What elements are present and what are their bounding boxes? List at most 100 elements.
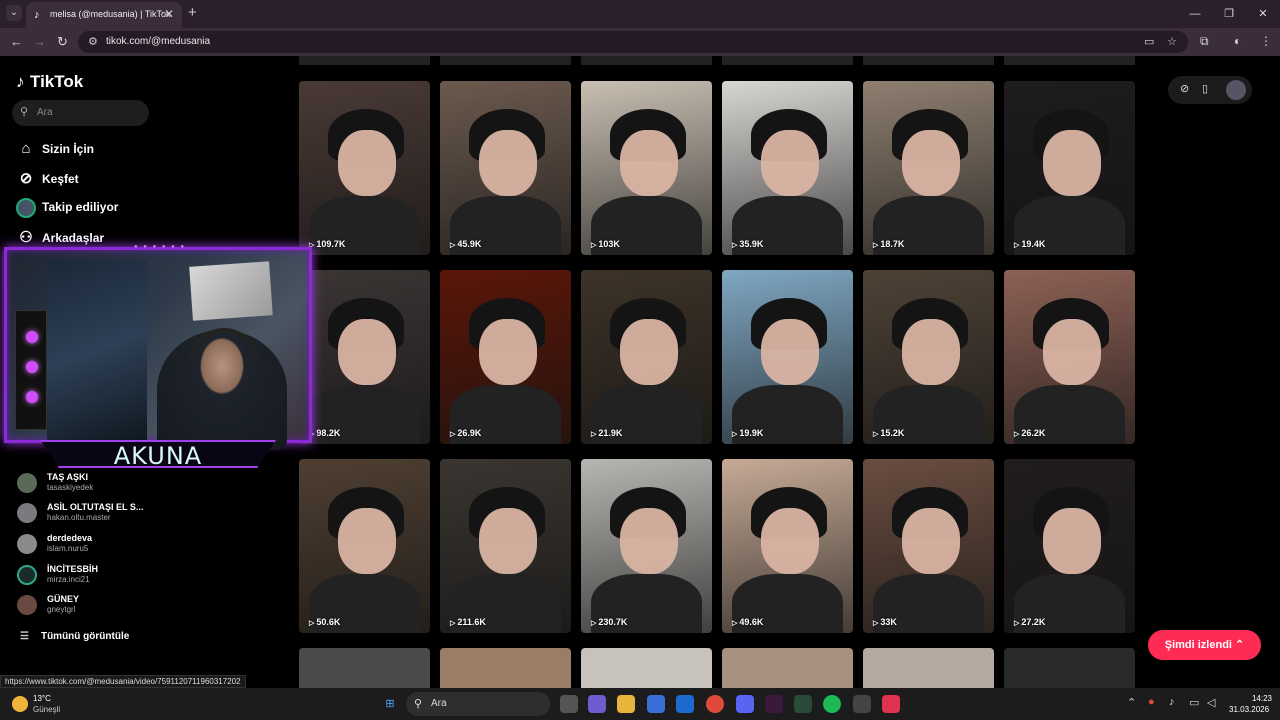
avatar (17, 595, 37, 615)
nav-explore[interactable]: ⊘ Keşfet (16, 169, 79, 187)
video-thumbnail[interactable]: ▷ 45.9K (440, 81, 571, 255)
mail-icon[interactable] (676, 695, 694, 713)
network-icon[interactable]: ▭ (1189, 696, 1199, 709)
browser-tab[interactable]: ♪ melisa (@medusania) | TikTok ✕ (26, 2, 182, 28)
video-thumbnail-partial[interactable] (299, 648, 430, 688)
forward-arrow-icon[interactable]: → (33, 34, 46, 49)
nav-label: Keşfet (42, 172, 79, 186)
volume-icon[interactable]: ◁ (1207, 696, 1215, 709)
chrome-icon[interactable] (706, 695, 724, 713)
account-handle: mirza.inci21 (47, 575, 90, 584)
profile-icon[interactable]: ◐ (1234, 34, 1241, 48)
nav-for-you[interactable]: ⌂ Sizin İçin (16, 140, 94, 158)
video-thumbnail[interactable]: ▷ 103K (581, 81, 712, 255)
streaming-app-icon[interactable] (765, 695, 783, 713)
video-thumbnail-partial[interactable] (722, 56, 853, 65)
taskbar-search[interactable]: ⚲ Ara (406, 692, 550, 716)
video-thumbnail[interactable]: ▷ 211.6K (440, 459, 571, 633)
video-thumbnail-partial[interactable] (299, 56, 430, 65)
tray-app-icon[interactable]: ● (1148, 696, 1155, 708)
video-thumbnail-partial[interactable] (1004, 648, 1135, 688)
account-handle: gneytgrl (47, 605, 76, 614)
active-app-icon[interactable] (882, 695, 900, 713)
copilot-icon[interactable] (588, 695, 606, 713)
video-thumbnail[interactable]: ▷ 49.6K (722, 459, 853, 633)
url-text: tikok.com/@medusania (106, 36, 211, 47)
thumbnail-face (902, 507, 960, 574)
view-count: ▷ 45.9K (450, 239, 481, 249)
play-icon: ▷ (1014, 431, 1020, 438)
minimize-button[interactable]: — (1178, 0, 1212, 28)
compass-icon[interactable]: ⊘ (1180, 82, 1189, 95)
following-account-item[interactable]: TAŞ AŞKI tasaskiyedek (17, 472, 287, 500)
url-field[interactable]: ⚙ tikok.com/@medusania ▭ ☆ (78, 31, 1188, 53)
phone-icon[interactable]: ▯ (1202, 82, 1208, 95)
video-thumbnail[interactable]: ▷ 18.7K (863, 81, 994, 255)
video-thumbnail[interactable]: ▷ 50.6K (299, 459, 430, 633)
video-thumbnail[interactable]: ▷ 15.2K (863, 270, 994, 444)
task-view-icon[interactable] (560, 695, 578, 713)
windows-start-icon[interactable]: ⊞ (381, 695, 399, 713)
spotify-icon[interactable] (823, 695, 841, 713)
thumbnail-face (1043, 129, 1101, 196)
video-thumbnail[interactable]: ▷ 26.2K (1004, 270, 1135, 444)
thumbnail-face (761, 507, 819, 574)
video-thumbnail[interactable]: ▷ 230.7K (581, 459, 712, 633)
video-thumbnail-partial[interactable] (722, 648, 853, 688)
following-account-item[interactable]: derdedeva islam.nuru5 (17, 533, 287, 561)
play-icon: ▷ (873, 431, 879, 438)
video-thumbnail[interactable]: ▷98.2K (299, 270, 430, 444)
video-thumbnail-partial[interactable] (581, 648, 712, 688)
microphone-icon[interactable]: ♪ (1169, 696, 1175, 708)
video-thumbnail[interactable]: ▷ 19.4K (1004, 81, 1135, 255)
clock-time: 14:23 (1251, 694, 1272, 703)
video-thumbnail[interactable]: ▷ 26.9K (440, 270, 571, 444)
chevron-up-icon[interactable]: ⌃ (1127, 696, 1136, 709)
video-thumbnail-partial[interactable] (440, 56, 571, 65)
video-thumbnail[interactable]: ▷ 27.2K (1004, 459, 1135, 633)
app-icon[interactable] (794, 695, 812, 713)
video-thumbnail-partial[interactable] (1004, 56, 1135, 65)
video-thumbnail-partial[interactable] (440, 648, 571, 688)
file-explorer-icon[interactable] (617, 695, 635, 713)
discord-icon[interactable] (736, 695, 754, 713)
watched-now-button[interactable]: Şimdi izlendi ⌃ (1148, 630, 1261, 660)
video-thumbnail-partial[interactable] (581, 56, 712, 65)
video-thumbnail[interactable]: ▷ 109.7K (299, 81, 430, 255)
sun-icon[interactable] (12, 696, 28, 712)
following-account-item[interactable]: ASİL OLTUTAŞI EL S... hakan.oltu.master (17, 502, 287, 530)
following-account-item[interactable]: GÜNEY gneytgrl (17, 594, 287, 622)
view-count-value: 45.9K (457, 239, 482, 249)
view-count-value: 98.2K (316, 428, 341, 438)
play-icon: ▷ (732, 242, 738, 249)
nav-following[interactable]: Takip ediliyor (16, 198, 118, 218)
thumbnail-face (1043, 507, 1101, 574)
video-thumbnail-partial[interactable] (863, 648, 994, 688)
see-all-button[interactable]: ☰ Tümünü görüntüle (20, 631, 129, 642)
extensions-icon[interactable]: ⧉ (1200, 34, 1209, 49)
search-input[interactable]: ⚲ Ara (12, 100, 149, 126)
view-count-value: 109.7K (316, 239, 346, 249)
tab-close-icon[interactable]: ✕ (164, 7, 174, 21)
reload-icon[interactable]: ↻ (57, 34, 68, 50)
video-thumbnail[interactable]: ▷ 33K (863, 459, 994, 633)
video-thumbnail[interactable]: ▷ 21.9K (581, 270, 712, 444)
new-tab-button[interactable]: + (188, 4, 197, 21)
video-thumbnail[interactable]: ▷ 35.9K (722, 81, 853, 255)
thumbnail-face (479, 129, 537, 196)
following-account-item[interactable]: İNCİTESBİH mirza.inci21 (17, 564, 287, 592)
app-icon[interactable] (853, 695, 871, 713)
browser-menu-icon[interactable]: ⋮ (1260, 34, 1272, 48)
tiktok-logo[interactable]: ♪ TikTok (16, 72, 83, 92)
maximize-button[interactable]: ❐ (1212, 0, 1246, 28)
bookmark-star-icon[interactable]: ☆ (1167, 35, 1177, 48)
back-arrow-icon[interactable]: ← (10, 34, 23, 49)
cast-icon[interactable]: ▭ (1144, 35, 1154, 48)
site-info-icon[interactable]: ⚙ (88, 35, 98, 48)
store-icon[interactable] (647, 695, 665, 713)
video-thumbnail-partial[interactable] (863, 56, 994, 65)
avatar[interactable] (1226, 80, 1246, 100)
tab-search-icon[interactable]: ⌄ (6, 5, 22, 21)
video-thumbnail[interactable]: ▷ 19.9K (722, 270, 853, 444)
close-window-button[interactable]: ✕ (1246, 0, 1280, 28)
